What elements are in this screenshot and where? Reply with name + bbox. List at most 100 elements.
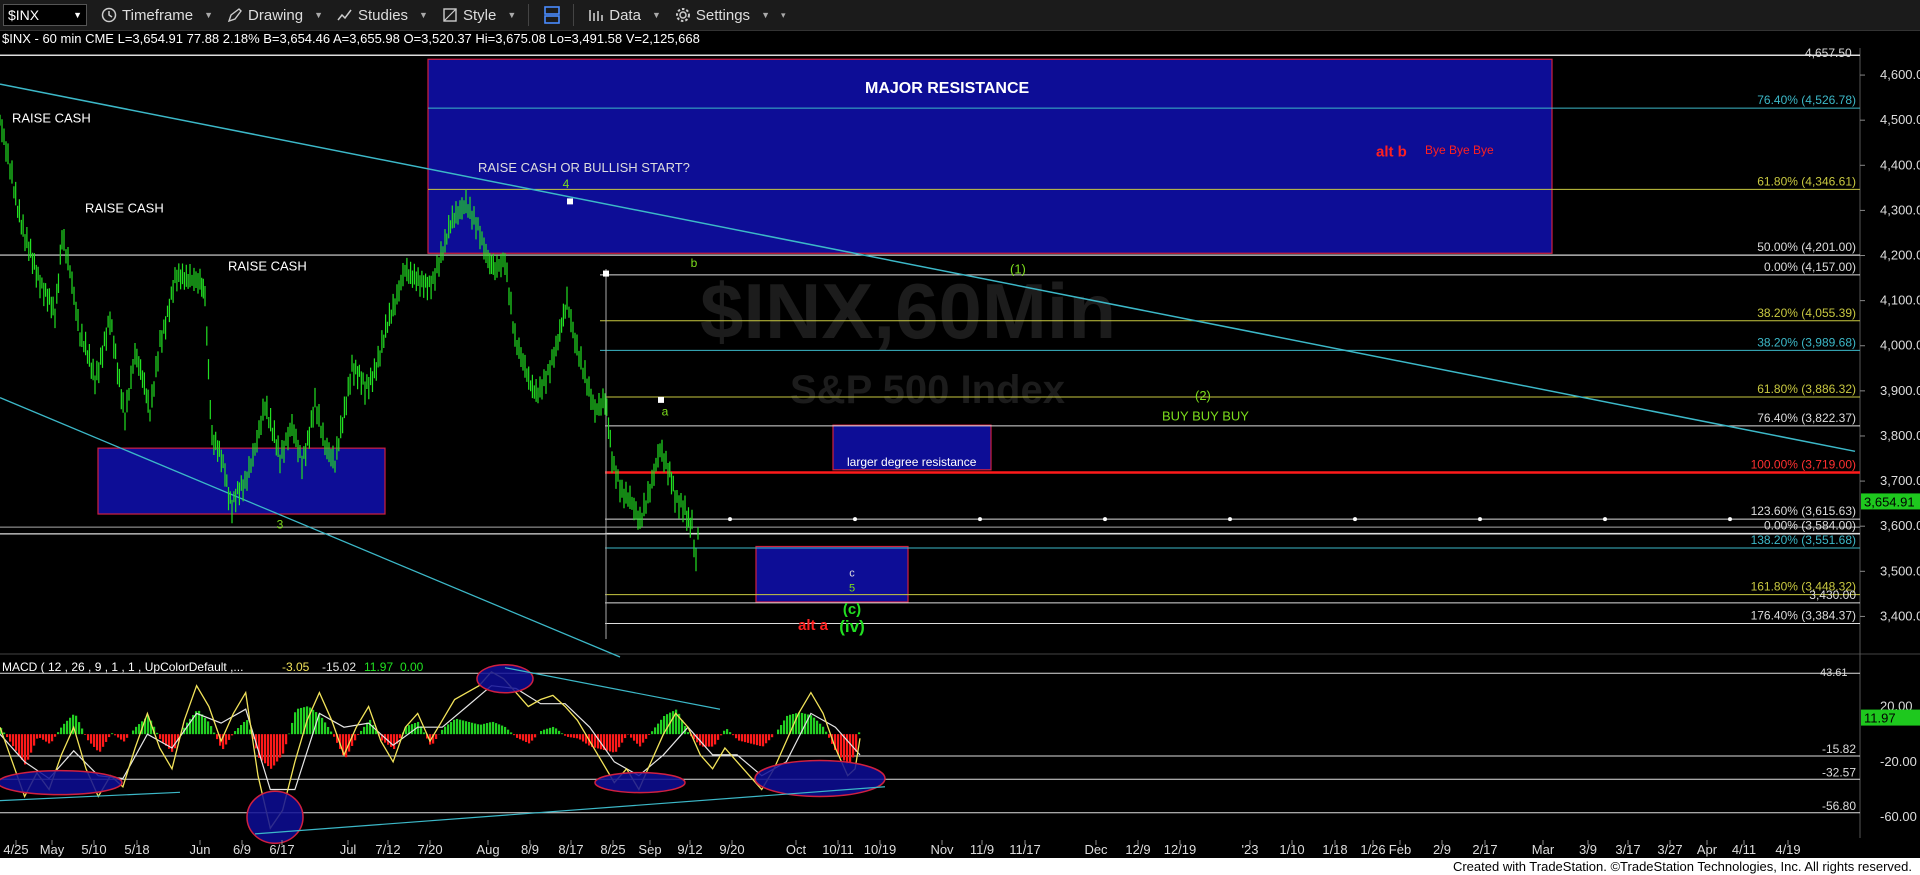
x-axis-tick: 10/11 xyxy=(822,842,854,857)
macd-hist-bar xyxy=(828,734,831,738)
price-axis-tick: 4,200.00 xyxy=(1880,248,1920,263)
macd-hist-bar xyxy=(618,734,621,748)
macd-hist-bar xyxy=(687,732,690,735)
macd-hist-bar xyxy=(294,712,297,735)
macd-hist-bar xyxy=(240,724,243,735)
studies-button[interactable]: Studies ▼ xyxy=(337,7,428,24)
settings-button[interactable]: Settings ▼ ▾ xyxy=(675,7,786,24)
macd-hist-bar xyxy=(120,734,123,740)
style-button[interactable]: Style ▼ xyxy=(442,7,516,24)
wave-5-label: 5 xyxy=(849,583,855,595)
macd-hist-bar xyxy=(42,734,45,740)
fib-level-label: 61.80% (4,346.61) xyxy=(1757,174,1856,188)
symbol-selector[interactable]: $INX ▼ xyxy=(3,4,87,26)
projection-dot xyxy=(1228,517,1232,522)
macd-hist-bar xyxy=(564,734,567,736)
data-label: Data xyxy=(609,6,641,24)
projection-dot xyxy=(1728,517,1732,522)
wave-3-label: 3 xyxy=(277,517,284,531)
fib-level-label: 76.40% (4,526.78) xyxy=(1757,93,1856,107)
macd-hist-bar xyxy=(357,734,360,736)
macd-hist-bar xyxy=(216,734,219,740)
macd-hist-bar xyxy=(648,734,651,736)
toolbar-divider xyxy=(573,4,575,26)
timeframe-button[interactable]: Timeframe ▼ xyxy=(101,7,213,24)
raise-cash-label-2: RAISE CASH xyxy=(85,201,164,216)
macd-hist-bar xyxy=(456,718,459,735)
wave-c-label: (c) xyxy=(843,601,861,618)
macd-hist-bar xyxy=(651,731,654,735)
data-button[interactable]: Data ▼ xyxy=(588,7,661,24)
drawing-button[interactable]: Drawing ▼ xyxy=(227,7,323,24)
macd-hist-bar xyxy=(411,724,414,735)
macd-hist-bar xyxy=(291,722,294,735)
x-axis-tick: 1/26 xyxy=(1360,842,1385,857)
alt-a-label: alt a xyxy=(798,617,829,634)
macd-hist-bar xyxy=(465,721,468,735)
fib-level-label: 61.80% (3,886.32) xyxy=(1757,382,1856,396)
wave-1-label: (1) xyxy=(1010,262,1026,277)
macd-hist-bar xyxy=(90,734,93,744)
macd-hist-bar xyxy=(516,734,519,738)
macd-hist-bar xyxy=(531,734,534,741)
chart-area[interactable]: $INX,60Min S&P 500 Index 3,400.00 3,500.00 3… xyxy=(0,48,1920,858)
macd-hist-bar xyxy=(21,734,24,760)
fib-level-label: 50.00% (4,201.00) xyxy=(1757,240,1856,254)
macd-hist-bar xyxy=(528,734,531,744)
macd-hist-bar xyxy=(204,717,207,735)
chart-grid: $INX,60Min S&P 500 Index 3,400.00 3,500.00 3… xyxy=(0,48,1920,858)
macd-hist-bar xyxy=(642,734,645,743)
larger-degree-label: larger degree resistance xyxy=(847,455,977,469)
macd-hist-bar xyxy=(639,734,642,747)
macd-hist-bar xyxy=(51,734,54,742)
x-axis-tick: '23 xyxy=(1242,842,1259,857)
macd-hist-bar xyxy=(93,734,96,747)
macd-hist-bar xyxy=(108,734,111,738)
macd-hist-bar xyxy=(708,734,711,747)
fib-level-label: 38.20% (3,989.68) xyxy=(1757,335,1856,349)
macd-hist-bar xyxy=(768,734,771,741)
macd-hist-bar xyxy=(174,734,177,749)
macd-hist-bar xyxy=(504,726,507,735)
macd-hist-bar xyxy=(561,733,564,735)
macd-hist-bar xyxy=(435,734,438,740)
macd-hist-bar xyxy=(285,734,288,745)
price-axis-tick: 4,400.00 xyxy=(1880,157,1920,172)
macd-hist-bar xyxy=(765,734,768,744)
price-axis-tick: 4,300.00 xyxy=(1880,202,1920,217)
macd-hist-bar xyxy=(279,734,282,758)
studies-icon xyxy=(337,9,352,21)
macd-hist-bar xyxy=(3,732,6,735)
macd-hist-bar xyxy=(114,734,117,736)
wave-b-label: b xyxy=(691,256,698,270)
macd-hist-bar xyxy=(720,734,723,736)
macd-hist-bar xyxy=(111,733,114,735)
x-axis-tick: 9/12 xyxy=(677,842,702,857)
x-axis-tick: 4/25 xyxy=(3,842,28,857)
macd-hist-bar xyxy=(213,732,216,735)
macd-hist-bar xyxy=(858,732,861,735)
macd-hist-value: 11.97 xyxy=(364,660,393,674)
macd-hist-bar xyxy=(210,726,213,735)
macd-hist-bar xyxy=(345,734,348,758)
price-axis-tick: 3,600.00 xyxy=(1880,518,1920,533)
layout-button[interactable] xyxy=(543,5,561,25)
settings-label: Settings xyxy=(695,6,751,24)
x-axis-tick: 3/27 xyxy=(1657,842,1682,857)
fib-level-label: 176.40% (3,384.37) xyxy=(1751,608,1856,622)
wave-iv-label: (iv) xyxy=(839,617,865,636)
caret-down-icon: ▼ xyxy=(314,10,323,20)
macd-axis-tick: -60.00 xyxy=(1880,809,1917,824)
macd-hist-bar xyxy=(135,726,138,735)
macd-hist-bar xyxy=(231,734,234,736)
macd-hist-bar xyxy=(549,727,552,735)
macd-hist-bar xyxy=(759,734,762,746)
macd-highlight-ellipse xyxy=(476,664,534,694)
macd-last-label: 11.97 xyxy=(1864,711,1896,726)
macd-hist-bar xyxy=(105,734,108,742)
macd-hist-bar xyxy=(714,734,717,745)
x-axis-tick: 10/19 xyxy=(864,842,897,857)
macd-highlight-ellipse xyxy=(246,790,304,844)
x-axis-tick: Jul xyxy=(340,842,357,857)
macd-hist-bar xyxy=(726,729,729,735)
